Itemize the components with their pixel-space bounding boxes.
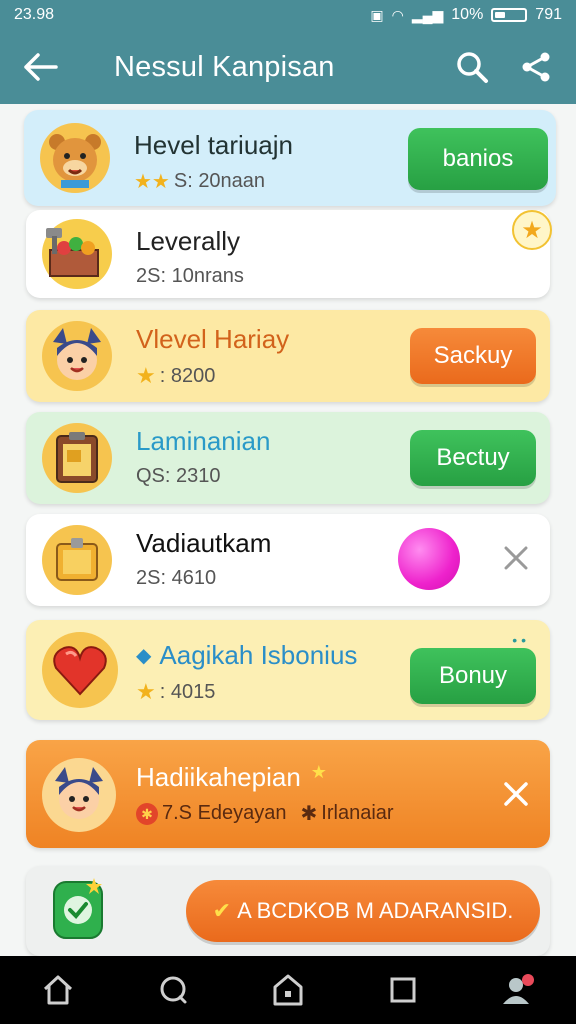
card-title: Leverally — [136, 226, 241, 256]
page-title: Nessul Kanpisan — [114, 50, 335, 83]
card-action-button[interactable]: Bectuy — [410, 430, 536, 486]
share-button[interactable] — [504, 30, 568, 104]
coin-icon: ✱ — [136, 802, 158, 825]
card-subtitle: : 8200 — [159, 364, 216, 387]
star-icon: ★ — [136, 679, 156, 704]
card-title: Vadiautkam — [136, 528, 272, 558]
dismiss-button[interactable] — [498, 540, 534, 576]
dots-icon: • • — [512, 632, 526, 648]
star-badge-icon: ★ — [512, 210, 552, 250]
status-time: 23.98 — [14, 6, 55, 23]
home-icon — [43, 975, 72, 1005]
boy-avatar-icon — [42, 321, 112, 391]
status-bar: 23.98 ▣ ◠ ▂▄▆ 10% 791 — [0, 0, 576, 30]
promo-card: ✔ A BCDKOB M ADARANSID. — [26, 866, 550, 956]
button-label: banios — [442, 145, 514, 172]
card-title: Vlevel Hariay — [136, 324, 290, 354]
card-subtitle: 2S: 4610 — [136, 567, 217, 589]
card-action-button[interactable]: banios — [408, 128, 548, 190]
promo-button[interactable]: ✔ A BCDKOB M ADARANSID. — [186, 880, 540, 942]
card-action-button[interactable]: Sackuy — [410, 328, 536, 384]
arrow-left-icon — [24, 53, 58, 81]
bottom-nav — [0, 956, 576, 1024]
card-subtitle-a: 7.S Edeyayan — [162, 802, 287, 824]
nav-home[interactable] — [28, 960, 88, 1020]
pin-icon: ◆ — [136, 645, 152, 667]
battery-text: 10% — [451, 6, 484, 23]
nav-recents[interactable] — [373, 960, 433, 1020]
close-icon — [504, 782, 528, 806]
list-item[interactable]: Laminanian QS: 2310 Bectuy — [26, 412, 550, 504]
profile-icon — [503, 974, 535, 1004]
list-item[interactable]: Vlevel Hariay ★ : 8200 Sackuy — [26, 310, 550, 402]
boy-avatar-icon — [42, 758, 116, 832]
signal-icon: ▂▄▆ — [411, 6, 444, 23]
card-title: Aagikah Isbonius — [159, 640, 358, 670]
battery-icon — [491, 8, 528, 22]
card-subtitle-row: ★ : 8200 — [136, 363, 289, 389]
stars-icon: ★★ — [134, 171, 170, 193]
back-button[interactable] — [10, 30, 70, 104]
button-label: Bonuy — [438, 662, 508, 689]
shield-check-icon — [48, 874, 108, 946]
card-title: Hevel tariuajn — [134, 130, 293, 160]
chat-icon — [160, 976, 187, 1004]
status-icons: ▣ ◠ ▂▄▆ 10% 791 — [370, 6, 562, 24]
bear-avatar-icon — [40, 123, 110, 193]
list-item[interactable]: ◆ Aagikah Isbonius ★ : 4015 • • Bonuy — [26, 620, 550, 720]
card-title-row: ◆ Aagikah Isbonius — [136, 640, 357, 671]
square-icon — [390, 977, 416, 1003]
card-subtitle: : 4015 — [159, 680, 216, 703]
star-icon: ★ — [136, 363, 156, 388]
card-subtitle-b: Irlanaiar — [321, 802, 394, 824]
mark-icon: ✱ — [300, 803, 318, 825]
card-subtitle: 2S: 10nrans — [136, 265, 244, 287]
share-icon — [522, 52, 550, 82]
list-item[interactable]: Hevel tariuajn ★★ S: 20naan banios — [24, 110, 556, 206]
balloon-icon — [398, 528, 460, 590]
close-icon — [504, 546, 528, 570]
status-right-time: 791 — [535, 6, 562, 23]
search-button[interactable] — [440, 30, 504, 104]
search-icon — [457, 52, 488, 83]
wifi-icon: ◠ — [391, 6, 404, 23]
nav-profile[interactable] — [488, 960, 548, 1020]
nav-chat[interactable] — [143, 960, 203, 1020]
toolbox-avatar-icon — [42, 219, 112, 289]
card-subtitle: S: 20naan — [173, 170, 266, 192]
promo-label: A BCDKOB M ADARANSID. — [237, 898, 514, 923]
card-subtitle-row: ✱ 7.S Edeyayan ✱ Irlanaiar — [136, 801, 394, 826]
sparkle-icon: ★ — [310, 762, 327, 782]
house-icon — [273, 974, 303, 1006]
button-label: Bectuy — [436, 444, 510, 471]
card-title-row: Hadiikahepian ★ — [136, 762, 394, 793]
notification-icon: ▣ — [370, 6, 384, 23]
folder-avatar-icon — [42, 525, 112, 595]
card-subtitle-row: ★★ S: 20naan — [134, 169, 293, 194]
button-label: Sackuy — [433, 342, 513, 369]
card-title: Hadiikahepian — [136, 762, 301, 792]
heart-avatar-icon — [42, 632, 118, 708]
list-item[interactable]: Hadiikahepian ★ ✱ 7.S Edeyayan ✱ Irlanai… — [26, 740, 550, 848]
card-subtitle: QS: 2310 — [136, 465, 221, 487]
list-item[interactable]: Leverally 2S: 10nrans ★ — [26, 210, 552, 298]
promo-check-icon: ✔ — [212, 898, 232, 923]
app-bar: Nessul Kanpisan — [0, 30, 576, 104]
card-title: Laminanian — [136, 426, 271, 456]
list-item[interactable]: Vadiautkam 2S: 4610 — [26, 514, 550, 606]
nav-house[interactable] — [258, 960, 318, 1020]
card-subtitle-row: ★ : 4015 — [136, 679, 357, 705]
card-action-button[interactable]: Bonuy — [410, 648, 536, 704]
dismiss-button[interactable] — [498, 776, 534, 812]
clipboard-avatar-icon — [42, 423, 112, 493]
